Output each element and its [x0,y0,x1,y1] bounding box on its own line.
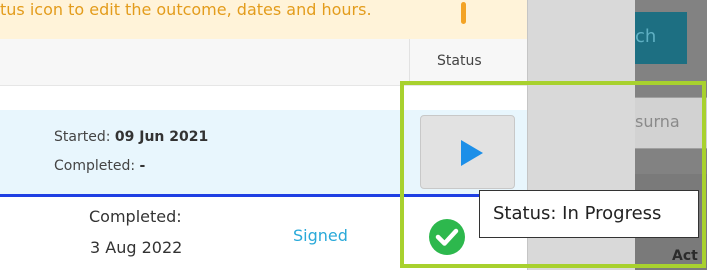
started-date: Started: 09 Jun 2021 [54,129,208,145]
search-button-label: ch [635,26,657,47]
notice-text: tus icon to edit the outcome, dates and … [0,0,372,19]
table-header-row: Status [0,39,527,86]
notice-bar: tus icon to edit the outcome, dates and … [0,0,527,40]
notice-marker-icon [461,2,466,24]
signed-link[interactable]: Signed [293,226,348,245]
completed-label-row2: Completed: [89,207,182,226]
highlight-frame [400,81,706,268]
completed-label: Completed: [54,158,136,174]
completed-value: - [139,158,146,174]
status-tooltip: Status: In Progress [479,190,699,238]
started-label: Started: [54,129,111,145]
column-divider [409,39,410,85]
search-button[interactable]: ch [635,12,687,64]
status-column-header: Status [437,53,482,69]
started-value: 09 Jun 2021 [114,129,209,145]
tooltip-text: Status: In Progress [493,203,662,224]
completed-date-row2: 3 Aug 2022 [90,238,183,257]
completed-date: Completed: - [54,158,145,174]
